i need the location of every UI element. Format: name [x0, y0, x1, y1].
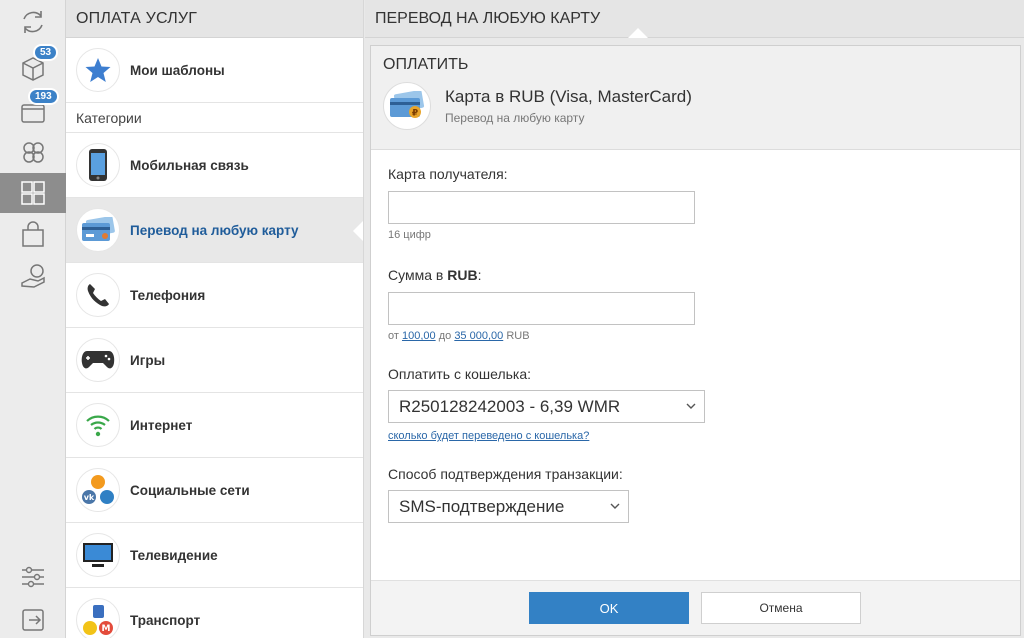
form-footer: OK Отмена — [371, 580, 1020, 635]
amount-hint-from: от — [388, 330, 399, 342]
amount-input[interactable] — [388, 292, 695, 325]
shopping-bag-icon[interactable] — [0, 215, 66, 255]
social-networks-icon: vk — [76, 468, 120, 512]
category-label: Телевидение — [130, 547, 218, 563]
provider-name: Карта в RUB (Visa, MasterCard) — [445, 87, 692, 106]
wallet-icon[interactable]: 193 — [0, 88, 66, 132]
wallet-select[interactable]: R250128242003 - 6,39 WMR — [388, 390, 705, 423]
svg-text:₽: ₽ — [412, 109, 418, 119]
payment-form-panel: ОПЛАТИТЬ ₽ Карта в RUB (Visa, MasterCard… — [370, 45, 1021, 636]
amount-hint-currency: RUB — [506, 330, 530, 342]
box-badge: 53 — [33, 44, 59, 61]
category-label: Перевод на любую карту — [130, 222, 299, 238]
my-templates-label: Мои шаблоны — [130, 62, 225, 78]
services-icon[interactable] — [0, 173, 76, 213]
amount-label-suffix: : — [477, 267, 482, 283]
panel-header-title: ПЕРЕВОД НА ЛЮБУЮ КАРТУ — [375, 9, 601, 27]
wallet-transfer-info-link[interactable]: сколько будет переведено с кошелька? — [388, 430, 589, 442]
gamepad-icon — [76, 338, 120, 382]
amount-label: Сумма в RUB: — [388, 267, 1003, 283]
contacts-icon[interactable] — [0, 132, 66, 172]
svg-text:M: M — [102, 624, 111, 634]
wallet-selected-value: R250128242003 - 6,39 WMR — [399, 396, 621, 416]
category-item-tv[interactable]: Телевидение — [66, 523, 363, 588]
category-label: Телефония — [130, 287, 206, 303]
category-item-games[interactable]: Игры — [66, 328, 363, 393]
category-item-telephony[interactable]: Телефония — [66, 263, 363, 328]
svg-text:vk: vk — [84, 493, 95, 502]
settings-sliders-icon[interactable] — [0, 557, 66, 597]
box-icon[interactable]: 53 — [0, 44, 66, 88]
phone-icon — [76, 143, 120, 187]
chevron-down-icon — [610, 503, 620, 509]
card-ruble-icon: ₽ — [383, 82, 431, 130]
category-column: ОПЛАТА УСЛУГ Мои шаблоны Категории Мобил… — [66, 0, 364, 638]
telephone-handset-icon — [76, 273, 120, 317]
amount-label-prefix: Сумма в — [388, 267, 448, 283]
amount-max-link[interactable]: 35 000,00 — [454, 330, 503, 342]
transport-icon: M — [76, 598, 120, 638]
refresh-icon[interactable] — [0, 2, 66, 42]
category-label: Интернет — [130, 417, 193, 433]
bank-card-icon — [76, 208, 120, 252]
provider-subtitle: Перевод на любую карту — [445, 111, 585, 125]
my-templates-item[interactable]: Мои шаблоны — [66, 38, 363, 103]
pay-title: ОПЛАТИТЬ — [383, 56, 469, 73]
category-item-transport[interactable]: M Транспорт — [66, 588, 363, 638]
confirm-method-selected-value: SMS-подтверждение — [399, 496, 565, 516]
amount-min-link[interactable]: 100,00 — [402, 330, 436, 342]
categories-section-label: Категории — [66, 103, 363, 133]
payment-summary: ОПЛАТИТЬ ₽ Карта в RUB (Visa, MasterCard… — [371, 46, 1020, 150]
category-item-internet[interactable]: Интернет — [66, 393, 363, 458]
star-icon — [76, 48, 120, 92]
category-item-social[interactable]: vk Социальные сети — [66, 458, 363, 523]
card-number-input[interactable] — [388, 191, 695, 224]
confirm-method-label: Способ подтверждения транзакции: — [388, 466, 623, 482]
wallet-badge: 193 — [28, 88, 59, 105]
amount-hint-to: до — [438, 330, 452, 342]
header-notch — [628, 28, 648, 38]
panel-header: ПЕРЕВОД НА ЛЮБУЮ КАРТУ — [365, 0, 1024, 38]
category-header: ОПЛАТА УСЛУГ — [66, 0, 363, 38]
card-number-hint: 16 цифр — [388, 229, 431, 241]
icon-rail: 53 193 — [0, 0, 76, 638]
amount-hint: от 100,00 до 35 000,00 RUB — [388, 330, 1003, 342]
wallet-label: Оплатить с кошелька: — [388, 366, 532, 382]
category-label: Социальные сети — [130, 482, 250, 498]
cancel-button[interactable]: Отмена — [701, 592, 861, 624]
category-item-card-transfer[interactable]: Перевод на любую карту — [66, 198, 363, 263]
wifi-icon — [76, 403, 120, 447]
confirm-method-select[interactable]: SMS-подтверждение — [388, 490, 629, 523]
amount-label-currency: RUB — [447, 267, 478, 283]
category-item-mobile[interactable]: Мобильная связь — [66, 133, 363, 198]
ok-button[interactable]: OK — [529, 592, 689, 624]
hand-coin-icon[interactable] — [0, 256, 66, 296]
category-label: Мобильная связь — [130, 157, 249, 173]
card-number-label: Карта получателя: — [388, 166, 508, 182]
category-label: Транспорт — [130, 612, 201, 628]
form-body: Карта получателя: 16 цифр Сумма в RUB: о… — [371, 150, 1020, 539]
category-label: Игры — [130, 352, 166, 368]
chevron-down-icon — [686, 403, 696, 409]
logout-icon[interactable] — [0, 600, 66, 638]
tv-icon — [76, 533, 120, 577]
